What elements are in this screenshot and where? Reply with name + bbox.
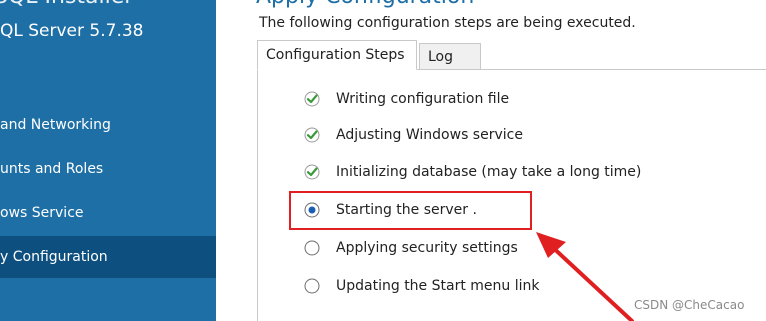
step-label: Initializing database (may take a long t…	[336, 164, 642, 180]
page-subtitle: The following configuration steps are be…	[259, 15, 636, 31]
page-title: Apply Configuration	[256, 0, 474, 9]
step-label: Writing configuration file	[336, 91, 510, 107]
check-icon	[304, 164, 320, 180]
sidebar-item-label: ows Service	[0, 205, 84, 221]
step-label: Updating the Start menu link	[336, 278, 540, 294]
step-label: Starting the server .	[336, 202, 477, 218]
sidebar-item-label: unts and Roles	[0, 161, 104, 177]
sidebar-item-accounts-and-roles[interactable]: unts and Roles	[0, 148, 216, 190]
sidebar-app-title: SQL Installer	[0, 0, 133, 9]
watermark: CSDN @CheCacao	[634, 298, 745, 312]
step-label: Applying security settings	[336, 240, 518, 256]
sidebar-item-label: y Configuration	[0, 249, 108, 265]
radio-empty-icon	[304, 240, 320, 256]
radio-selected-icon	[304, 202, 320, 218]
tab-configuration-steps[interactable]: Configuration Steps	[257, 40, 417, 70]
radio-empty-icon	[304, 278, 320, 294]
step-label: Adjusting Windows service	[336, 127, 523, 143]
check-icon	[304, 91, 320, 107]
configuration-steps-panel: Writing configuration file Adjusting Win…	[257, 69, 766, 321]
sidebar-item-windows-service[interactable]: ows Service	[0, 192, 216, 234]
main-panel: Apply Configuration The following config…	[216, 0, 766, 321]
sidebar-item-apply-configuration[interactable]: y Configuration	[0, 236, 216, 278]
sidebar-app-version: QL Server 5.7.38	[0, 21, 144, 41]
sidebar-item-type-and-networking[interactable]: and Networking	[0, 104, 216, 146]
sidebar-item-label: and Networking	[0, 117, 111, 133]
tab-log[interactable]: Log	[419, 43, 481, 70]
sidebar: SQL Installer QL Server 5.7.38 and Netwo…	[0, 0, 216, 321]
installer-window: SQL Installer QL Server 5.7.38 and Netwo…	[0, 0, 766, 321]
check-icon	[304, 127, 320, 143]
